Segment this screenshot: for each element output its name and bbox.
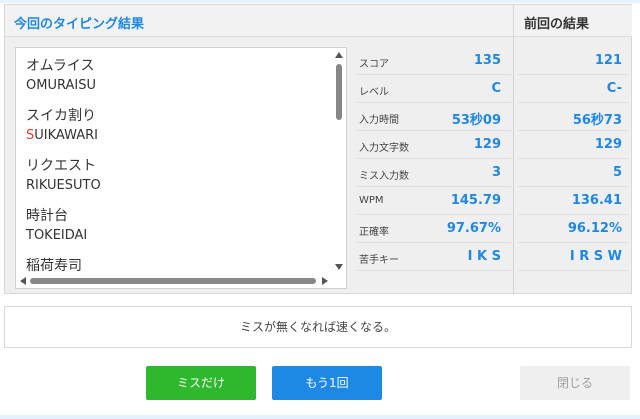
word-items: オムライス OMURAISU スイカ割り SUIKAWARI リクエスト RIK… (26, 56, 326, 288)
stat-row-score: スコア 135 (357, 47, 511, 75)
prev-row-misses: 5 (518, 159, 628, 187)
bottom-accent-line (0, 415, 640, 419)
scroll-left-arrow-icon[interactable] (20, 277, 26, 285)
stat-row-accuracy: 正確率 97.67% (357, 215, 511, 243)
romaji-text: RIKUESUTO (26, 178, 101, 193)
prev-row-chars: 129 (518, 131, 628, 159)
stat-label: レベル (359, 87, 389, 98)
stat-value: 145.79 (450, 193, 501, 208)
romaji-text: TOKEIDAI (26, 228, 88, 243)
prev-stat-value: 56秒73 (572, 113, 622, 128)
column-divider (513, 5, 514, 295)
word-kana: 時計台 (26, 208, 68, 224)
prev-stat-value: I R S W (569, 249, 622, 264)
stat-row-chars: 入力文字数 129 (357, 131, 511, 159)
scroll-right-arrow-icon[interactable] (322, 277, 328, 285)
romaji-text: UIKAWARI (34, 128, 98, 143)
prev-row-accuracy: 96.12% (518, 215, 628, 243)
word-item: オムライス OMURAISU (26, 56, 326, 106)
stat-value: 135 (473, 53, 501, 68)
stat-row-weak-keys: 苦手キー I K S (357, 243, 511, 271)
prev-row-level: C- (518, 75, 628, 103)
advice-message: ミスが無くなれば速くなる。 (4, 306, 632, 348)
scroll-up-arrow-icon[interactable] (335, 52, 343, 58)
previous-result-header: 前回の結果 (514, 5, 632, 37)
prev-row-time: 56秒73 (518, 103, 628, 131)
stat-label: スコア (359, 59, 389, 70)
current-stats: スコア 135 レベル C 入力時間 53秒09 入力文字数 129 ミス入力数… (357, 47, 511, 271)
horizontal-scroll-thumb[interactable] (30, 278, 316, 284)
prev-row-weak-keys: I R S W (518, 243, 628, 271)
prev-stat-value: 96.12% (567, 221, 622, 236)
word-item: リクエスト RIKUESUTO (26, 156, 326, 206)
miss-only-button[interactable]: ミスだけ (146, 366, 256, 400)
retry-button[interactable]: もう1回 (272, 366, 382, 400)
result-panel: 今回のタイピング結果 前回の結果 オムライス OMURAISU スイカ割り SU… (4, 4, 632, 295)
previous-result-title: 前回の結果 (524, 17, 590, 32)
current-result-title: 今回のタイピング結果 (14, 17, 145, 32)
previous-stats: 121 C- 56秒73 129 5 136.41 96.12% I R S W (518, 47, 628, 271)
word-item: 時計台 TOKEIDAI (26, 206, 326, 256)
word-romaji: RIKUESUTO (26, 176, 326, 196)
prev-row-score: 121 (518, 47, 628, 75)
word-kana: オムライス (26, 58, 95, 74)
word-item: スイカ割り SUIKAWARI (26, 106, 326, 156)
top-accent-line (0, 0, 640, 3)
stat-label: 入力文字数 (359, 143, 409, 154)
prev-stat-value: 121 (594, 53, 622, 68)
stat-label: 入力時間 (359, 115, 399, 126)
stat-label: 苦手キー (359, 255, 399, 266)
stat-value: I K S (467, 249, 501, 264)
stat-label: ミス入力数 (359, 171, 409, 182)
prev-stat-value: C- (606, 81, 622, 96)
horizontal-scrollbar[interactable] (16, 274, 346, 288)
stat-value: 3 (491, 165, 501, 180)
prev-stat-value: 129 (594, 137, 622, 152)
prev-stat-value: 136.41 (571, 193, 622, 208)
typed-word-list[interactable]: オムライス OMURAISU スイカ割り SUIKAWARI リクエスト RIK… (15, 47, 347, 289)
scroll-down-arrow-icon[interactable] (335, 264, 343, 270)
word-kana: リクエスト (26, 158, 96, 174)
stat-label: 正確率 (359, 227, 389, 238)
stat-value: 97.67% (446, 221, 501, 236)
romaji-text: OMURAISU (26, 78, 96, 93)
word-romaji: OMURAISU (26, 76, 326, 96)
stat-row-misses: ミス入力数 3 (357, 159, 511, 187)
stat-value: 53秒09 (451, 113, 501, 128)
vertical-scrollbar[interactable] (332, 48, 346, 274)
word-romaji: TOKEIDAI (26, 226, 326, 246)
current-result-header: 今回のタイピング結果 (5, 5, 513, 37)
vertical-scroll-thumb[interactable] (336, 64, 342, 120)
close-button[interactable]: 閉じる (520, 366, 630, 400)
stat-row-time: 入力時間 53秒09 (357, 103, 511, 131)
stat-value: 129 (473, 137, 501, 152)
word-kana: スイカ割り (26, 108, 96, 124)
stat-row-level: レベル C (357, 75, 511, 103)
stat-label: WPM (359, 195, 384, 206)
prev-row-wpm: 136.41 (518, 187, 628, 215)
prev-stat-value: 5 (612, 165, 622, 180)
stat-row-wpm: WPM 145.79 (357, 187, 511, 215)
word-kana: 稲荷寿司 (26, 258, 82, 274)
stat-value: C (491, 81, 501, 96)
word-romaji: SUIKAWARI (26, 126, 326, 146)
